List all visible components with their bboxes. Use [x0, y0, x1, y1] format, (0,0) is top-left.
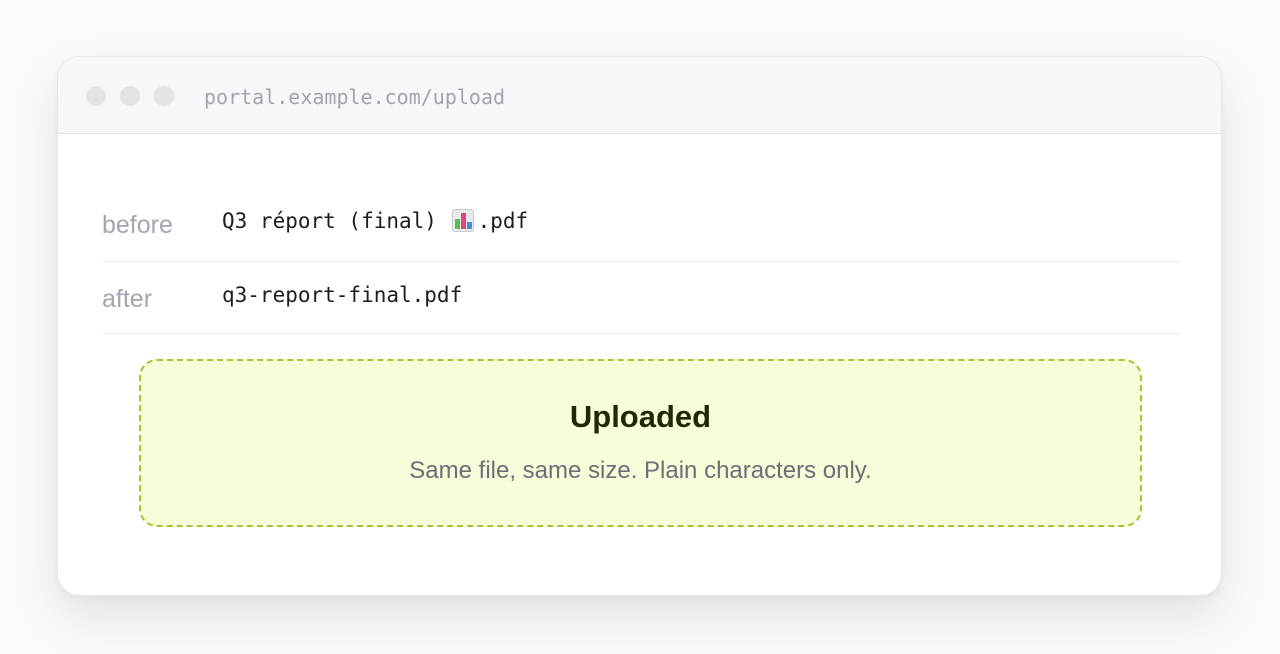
row-label-after: after	[102, 285, 153, 313]
bar-chart-icon	[451, 209, 474, 232]
window-maximize-dot[interactable]	[154, 86, 174, 106]
filename-before: Q3 répоrt (final) .pdf	[222, 209, 528, 233]
window-minimize-dot[interactable]	[120, 86, 140, 106]
filename-after: q3-report-final.pdf	[222, 283, 463, 307]
upload-success-panel: Uploaded Same file, same size. Plain cha…	[139, 359, 1142, 527]
filename-row-before: before Q3 répоrt (final) .pdf	[102, 197, 1179, 262]
status-title: Uploaded	[569, 399, 712, 434]
status-message: Same file, same size. Plain characters o…	[409, 457, 872, 484]
browser-window: portal.example.com/upload before Q3 répо…	[57, 56, 1222, 596]
filename-before-extension: .pdf	[477, 209, 529, 233]
filename-row-after: after q3-report-final.pdf	[102, 262, 1179, 334]
address-bar-url[interactable]: portal.example.com/upload	[204, 83, 505, 111]
browser-titlebar: portal.example.com/upload	[58, 57, 1221, 134]
row-label-before: before	[102, 211, 173, 239]
filename-before-prefix: Q3 répоrt (final)	[222, 209, 450, 233]
window-close-dot[interactable]	[86, 86, 106, 106]
